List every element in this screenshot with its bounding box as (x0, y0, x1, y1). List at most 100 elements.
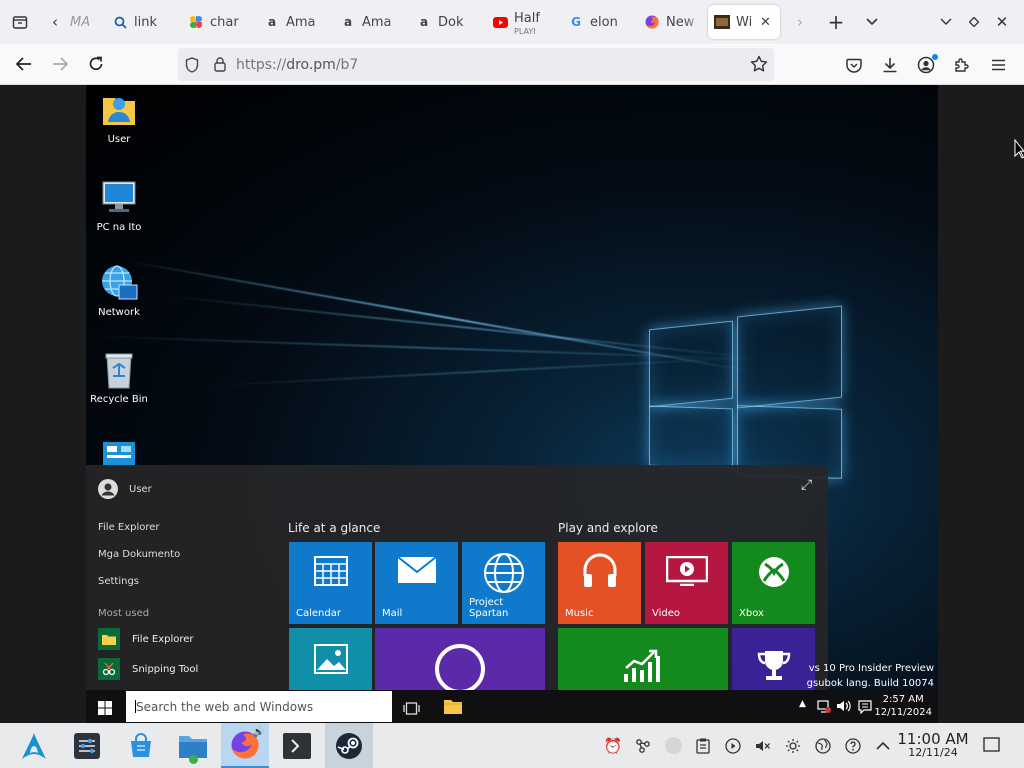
desktop-icon-pc[interactable]: PC na Ito (86, 178, 152, 233)
guest-time: 2:57 AM (882, 694, 924, 705)
download-icon[interactable] (872, 47, 908, 83)
desktop-icon-label: PC na Ito (96, 222, 142, 233)
tile-cortana[interactable] (375, 628, 545, 694)
tile-mail[interactable]: Mail (375, 542, 458, 624)
app-launcher-arch-icon[interactable] (10, 723, 58, 768)
kde-connect-icon[interactable] (628, 723, 658, 768)
guest-clock[interactable]: 2:57 AM 12/11/2024 (874, 693, 932, 719)
tab-wi-active[interactable]: Wi ✕ (708, 5, 780, 39)
tab-elon[interactable]: G elon (562, 5, 638, 39)
clipboard-icon[interactable] (688, 723, 718, 768)
tab-half[interactable]: Half PLAYI (486, 5, 562, 39)
expand-start-icon[interactable]: ⤢ (801, 477, 812, 493)
guest-file-explorer-icon[interactable] (444, 699, 462, 718)
start-user-avatar-icon[interactable] (98, 479, 118, 503)
start-user-name[interactable]: User (129, 484, 152, 495)
dolphin-file-manager-icon[interactable] (169, 723, 217, 768)
extensions-puzzle-icon[interactable] (944, 47, 980, 83)
most-used-file-explorer[interactable]: File Explorer (98, 628, 194, 650)
tab-bar: ‹ MA link char a Ama a Ama a Dok Half PL… (0, 0, 1024, 44)
tab-overview-icon[interactable] (4, 6, 36, 38)
windows-start-icon[interactable] (98, 700, 112, 719)
most-used-label: File Explorer (132, 633, 194, 645)
guest-search-box[interactable]: Search the web and Windows (126, 691, 392, 722)
network-globe-tray-icon[interactable] (808, 723, 838, 768)
firefox-taskbar-icon[interactable]: 🔊 (221, 723, 269, 768)
tracking-shield-icon[interactable] (178, 56, 206, 73)
close-tab-icon[interactable]: ✕ (760, 15, 771, 30)
most-used-label: Snipping Tool (132, 663, 199, 675)
status-circle-icon[interactable] (658, 723, 688, 768)
start-link-settings[interactable]: Settings (98, 576, 139, 587)
task-view-icon[interactable] (403, 700, 420, 719)
tile-photos[interactable] (289, 628, 372, 690)
tile-label: Xbox (739, 608, 764, 619)
system-settings-icon[interactable] (63, 723, 111, 768)
tray-chevron-up-icon[interactable]: ▲ (799, 699, 806, 709)
most-used-snipping-tool[interactable]: Snipping Tool (98, 658, 198, 680)
back-arrow-icon[interactable] (6, 46, 42, 82)
tile-label: Music (565, 608, 594, 619)
brightness-icon[interactable] (778, 723, 808, 768)
volume-muted-icon[interactable] (748, 723, 778, 768)
tab-scroll-left-icon[interactable]: ‹ (46, 6, 64, 38)
tab-link[interactable]: link (106, 5, 182, 39)
tab-ma[interactable]: MA (64, 5, 106, 39)
forward-arrow-icon[interactable] (42, 46, 78, 82)
host-date: 12/11/24 (908, 746, 958, 759)
show-desktop-icon[interactable] (983, 737, 1000, 756)
guest-volume-icon[interactable] (836, 698, 851, 717)
host-clock[interactable]: 11:00 AM 12/11/24 (895, 732, 971, 760)
amazon-icon: a (343, 15, 353, 29)
discover-store-icon[interactable] (117, 723, 165, 768)
start-menu: User ⤢ File Explorer Mga Dokumento Setti… (86, 465, 828, 694)
media-player-icon[interactable] (718, 723, 748, 768)
guest-action-center-icon[interactable] (858, 699, 872, 718)
desktop-icon-recycle-bin[interactable]: Recycle Bin (86, 350, 152, 405)
url-bar[interactable]: https://dro.pm/b7 (178, 48, 774, 81)
navigation-bar: https://dro.pm/b7 (0, 44, 1024, 85)
video-play-icon (645, 556, 728, 586)
desktop-icon-label: Recycle Bin (90, 394, 148, 405)
steam-icon[interactable] (325, 723, 373, 768)
reload-icon[interactable] (78, 46, 114, 82)
pocket-icon[interactable] (836, 47, 872, 83)
virtual-machine-screen[interactable]: User PC na Ito Network Recycle Bin User … (86, 85, 938, 723)
tab-title: elon (590, 14, 618, 30)
guest-network-icon[interactable] (817, 699, 831, 718)
page-viewport: User PC na Ito Network Recycle Bin User … (0, 85, 1024, 723)
tile-project-spartan[interactable]: Project Spartan (462, 542, 545, 624)
konsole-terminal-icon[interactable] (273, 723, 321, 768)
hamburger-menu-icon[interactable] (980, 47, 1016, 83)
new-tab-plus-icon[interactable]: + (820, 6, 852, 38)
lock-icon[interactable] (206, 57, 234, 72)
trophy-icon (732, 648, 815, 684)
tray-expand-chevron-icon[interactable] (868, 723, 898, 768)
tab-char[interactable]: char (182, 5, 258, 39)
url-text[interactable]: https://dro.pm/b7 (236, 57, 358, 73)
start-link-file-explorer[interactable]: File Explorer (98, 522, 160, 533)
tab-new[interactable]: New (638, 5, 704, 39)
help-question-icon[interactable] (838, 723, 868, 768)
tile-xbox[interactable]: Xbox (732, 542, 815, 624)
tile-calendar[interactable]: Calendar (289, 542, 372, 624)
window-close-icon[interactable]: ✕ (986, 6, 1018, 38)
account-icon[interactable] (908, 47, 944, 83)
tile-trophy[interactable] (732, 628, 815, 690)
url-host: dro.pm (286, 56, 336, 73)
group-play-and-explore: Play and explore (558, 521, 658, 535)
alarm-clock-icon[interactable]: ⏰ (598, 723, 628, 768)
start-link-documents[interactable]: Mga Dokumento (98, 549, 180, 560)
tab-ama-2[interactable]: a Ama (334, 5, 410, 39)
desktop-icon-user[interactable]: User (86, 90, 152, 145)
tile-music[interactable]: Music (558, 542, 641, 624)
desktop-icon-network[interactable]: Network (86, 263, 152, 318)
list-all-tabs-chevron-icon[interactable] (856, 6, 888, 38)
tile-money[interactable] (558, 628, 728, 690)
tab-dok[interactable]: a Dok (410, 5, 486, 39)
tile-video[interactable]: Video (645, 542, 728, 624)
tab-scroll-right-icon[interactable]: › (784, 6, 816, 38)
bookmark-star-icon[interactable] (750, 55, 768, 77)
tab-ama-1[interactable]: a Ama (258, 5, 334, 39)
account-notification-dot (932, 54, 938, 60)
